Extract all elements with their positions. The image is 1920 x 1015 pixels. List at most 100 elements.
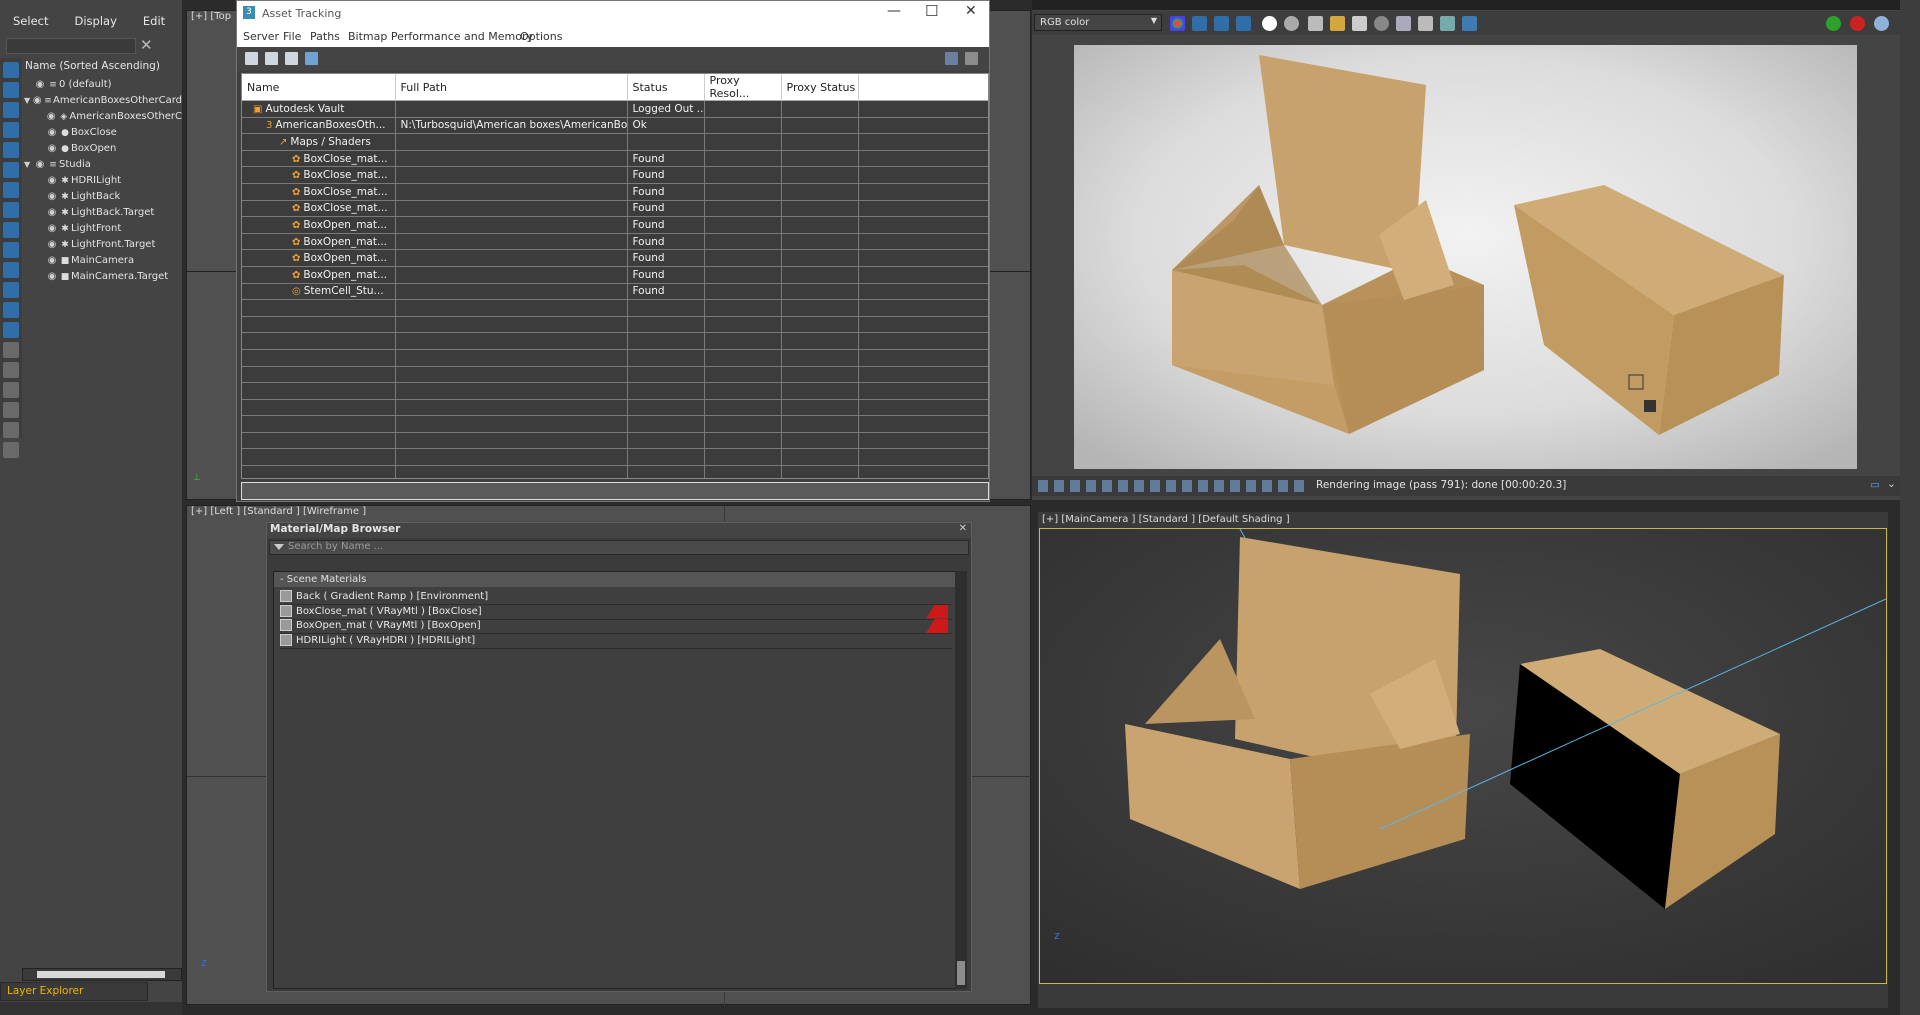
explorer-search-input[interactable]	[6, 38, 136, 54]
filter-bones-icon[interactable]	[3, 222, 19, 238]
explorer-tree-row[interactable]: ◉ ✱ HDRILight	[22, 173, 182, 189]
alpha-channel-icon[interactable]	[1262, 16, 1277, 31]
material-list-scrollbar[interactable]	[955, 571, 967, 989]
frame-buffer-history-icon[interactable]	[1462, 16, 1477, 31]
table-row[interactable]: ✿ BoxOpen_mat... Found	[242, 249, 988, 267]
expand-toggle-icon[interactable]: ▼	[24, 93, 31, 109]
table-row[interactable]: ✿ BoxClose_mat... Found	[242, 183, 988, 201]
render-history-icons[interactable]	[1038, 480, 1308, 492]
table-row[interactable]: ◎ StemCell_Stu... Found	[242, 283, 988, 301]
track-mouse-icon[interactable]	[1396, 16, 1411, 31]
close-icon[interactable]: ✕	[965, 3, 977, 19]
expand-icon[interactable]: ▭	[1870, 479, 1880, 491]
explorer-tree-row[interactable]: ◉ ≡ 0 (default)	[22, 77, 182, 93]
display-dependents-icon[interactable]	[3, 362, 19, 378]
visibility-eye-icon[interactable]: ◉	[45, 221, 59, 237]
follow-mouse-icon[interactable]	[1440, 16, 1455, 31]
refresh-icon[interactable]	[245, 52, 258, 65]
table-row[interactable]: ✿ BoxClose_mat... Found	[242, 200, 988, 218]
menu-file[interactable]: File	[283, 30, 301, 43]
explorer-tree-row[interactable]: ◉ ● BoxClose	[22, 125, 182, 141]
expand-toggle-icon[interactable]: ▼	[24, 157, 33, 173]
menu-select[interactable]: Select	[0, 10, 61, 36]
filter-groups-icon[interactable]	[3, 182, 19, 198]
layers-icon[interactable]	[3, 442, 19, 458]
explorer-column-header[interactable]: Name (Sorted Ascending)	[22, 60, 182, 74]
column-proxy-status[interactable]: Proxy Status	[781, 74, 859, 101]
explorer-tree-row[interactable]: ◉ ✱ LightBack	[22, 189, 182, 205]
display-children-icon[interactable]	[3, 342, 19, 358]
maximize-icon[interactable]: ☐	[925, 2, 938, 20]
blue-channel-icon[interactable]	[1236, 16, 1251, 31]
top-viewport-label[interactable]: [+] [Top	[191, 11, 231, 22]
menu-edit[interactable]: Edit	[130, 10, 178, 36]
column-status[interactable]: Status	[627, 74, 705, 101]
explorer-tree-row[interactable]: ▼ ◉ ≡ AmericanBoxesOtherCard	[22, 93, 182, 109]
table-row[interactable]: ✿ BoxClose_mat... Found	[242, 166, 988, 184]
column-name[interactable]: Name	[242, 74, 396, 101]
region-render-icon[interactable]	[1418, 16, 1433, 31]
explorer-tree-row[interactable]: ◉ ■ MainCamera	[22, 253, 182, 269]
layer-explorer-dropdown[interactable]: Layer Explorer	[0, 982, 148, 1001]
copy-image-icon[interactable]	[1352, 16, 1367, 31]
filter-all-icon[interactable]	[3, 302, 19, 318]
left-viewport-label[interactable]: [+] [Left ] [Standard ] [Wireframe ]	[191, 506, 366, 517]
list-view-icon[interactable]	[265, 52, 278, 65]
visibility-eye-icon[interactable]: ◉	[45, 141, 59, 157]
options-dropdown-icon[interactable]	[274, 544, 284, 550]
column-full-path[interactable]: Full Path	[395, 74, 628, 101]
explorer-tree-row[interactable]: ◉ ◈ AmericanBoxesOtherC	[22, 109, 182, 125]
filter-funnel-icon[interactable]	[3, 402, 19, 418]
filter-visible-icon[interactable]	[3, 322, 19, 338]
load-image-icon[interactable]	[1330, 16, 1345, 31]
explorer-tree-row[interactable]: ◉ ● BoxOpen	[22, 141, 182, 157]
settings-icon[interactable]	[965, 52, 978, 65]
table-row[interactable]: 3 AmericanBoxesOth... N:\Turbosquid\Americ…	[242, 117, 988, 135]
explorer-tree-row[interactable]: ◉ ✱ LightFront.Target	[22, 237, 182, 253]
collapse-icon[interactable]: ⌄	[1887, 478, 1896, 490]
filter-geometry-icon[interactable]	[3, 62, 19, 78]
visibility-eye-icon[interactable]: ◉	[45, 173, 59, 189]
column-proxy-resolution[interactable]: Proxy Resol...	[704, 74, 782, 101]
visibility-eye-icon[interactable]: ◉	[33, 157, 47, 173]
table-row[interactable]: ✿ BoxOpen_mat... Found	[242, 233, 988, 251]
visibility-eye-icon[interactable]: ◉	[45, 237, 59, 253]
filter-containers-icon[interactable]	[3, 242, 19, 258]
table-row[interactable]: ↗ Maps / Shaders	[242, 133, 988, 151]
visibility-eye-icon[interactable]: ◉	[45, 125, 59, 141]
visibility-eye-icon[interactable]: ◉	[45, 109, 58, 125]
explorer-tree-row[interactable]: ◉ ✱ LightBack.Target	[22, 205, 182, 221]
visibility-eye-icon[interactable]: ◉	[33, 77, 47, 93]
clear-search-icon[interactable]: ✕	[140, 36, 153, 54]
green-channel-icon[interactable]	[1214, 16, 1229, 31]
menu-display[interactable]: Display	[61, 10, 129, 36]
close-icon[interactable]: ✕	[959, 523, 967, 534]
material-search-input[interactable]: Search by Name ...	[269, 540, 969, 555]
visibility-eye-icon[interactable]: ◉	[31, 93, 43, 109]
save-image-icon[interactable]	[1308, 16, 1323, 31]
help-icon[interactable]	[945, 52, 958, 65]
table-row[interactable]: ▣ Autodesk Vault Logged Out ...	[242, 100, 988, 118]
filter-xrefs-icon[interactable]	[3, 202, 19, 218]
filter-funnel-2-icon[interactable]	[3, 422, 19, 438]
menu-paths[interactable]: Paths	[310, 30, 340, 43]
filter-cameras-icon[interactable]	[3, 122, 19, 138]
filter-hidden-icon[interactable]	[3, 282, 19, 298]
table-row[interactable]: ✿ BoxOpen_mat... Found	[242, 266, 988, 284]
clear-image-icon[interactable]	[1374, 16, 1389, 31]
red-channel-icon[interactable]	[1192, 16, 1207, 31]
mono-channel-icon[interactable]	[1284, 16, 1299, 31]
table-view-icon[interactable]	[305, 52, 318, 65]
filter-helpers-icon[interactable]	[3, 142, 19, 158]
explorer-horizontal-scrollbar[interactable]	[22, 968, 182, 981]
menu-options[interactable]: Options	[520, 30, 562, 43]
filter-shapes-icon[interactable]	[3, 82, 19, 98]
camera-viewport-label[interactable]: [+] [MainCamera ] [Standard ] [Default S…	[1042, 514, 1290, 525]
teapot-icon[interactable]	[1874, 16, 1889, 31]
material-list-item[interactable]: HDRILight ( VRayHDRI ) [HDRILight]	[280, 633, 952, 649]
explorer-tree-row[interactable]: ▼ ◉ ≡ Studia	[22, 157, 182, 173]
explorer-tree-row[interactable]: ◉ ✱ LightFront	[22, 221, 182, 237]
filter-frozen-icon[interactable]	[3, 262, 19, 278]
visibility-eye-icon[interactable]: ◉	[45, 205, 59, 221]
filter-spacewarps-icon[interactable]	[3, 162, 19, 178]
